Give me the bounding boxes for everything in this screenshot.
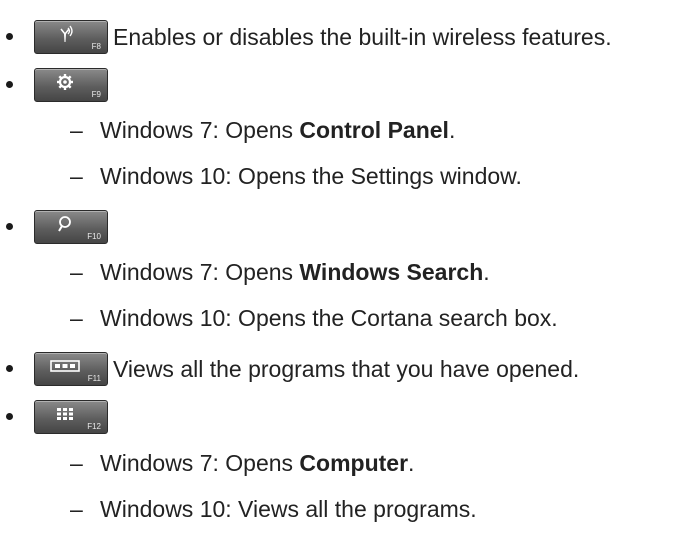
dash: –: [70, 305, 83, 331]
f9-key-image: F9: [34, 68, 108, 102]
dash: –: [70, 117, 83, 143]
bullet: [6, 223, 13, 230]
key-label: F10: [87, 232, 101, 241]
bullet: [6, 81, 13, 88]
sub-item: – Windows 7: Opens Computer.: [70, 449, 414, 477]
dash: –: [70, 259, 83, 285]
dash: –: [70, 163, 83, 189]
sub-item-suffix: .: [408, 450, 415, 476]
sub-item-text: Windows 10: Opens the Cortana search box…: [100, 305, 558, 331]
key-label: F9: [91, 90, 101, 99]
sub-item: – Windows 10: Opens the Settings window.: [70, 162, 522, 190]
f11-key-image: F11: [34, 352, 108, 386]
sub-item-bold: Control Panel: [299, 117, 449, 143]
sub-item-suffix: .: [448, 117, 456, 143]
task-view-icon: [35, 357, 95, 375]
item-description: Views all the programs that you have ope…: [113, 356, 580, 382]
sub-item-text: Windows 7: Opens: [100, 259, 300, 285]
apps-grid-icon: [35, 405, 95, 423]
sub-item: – Windows 7: Opens Control Panel.: [70, 116, 455, 144]
sub-item-text: Windows 7: Opens: [100, 450, 300, 476]
sub-item-bold: Windows Search: [299, 259, 484, 285]
sub-item-text: Windows 10: Views all the programs.: [100, 496, 477, 522]
wireless-icon: [35, 25, 95, 43]
sub-item-text: Windows 10: Opens the Settings window.: [100, 163, 522, 189]
sub-item-bold: Computer: [299, 450, 409, 476]
dash: –: [70, 496, 83, 522]
f12-key-image: F12: [34, 400, 108, 434]
bullet: [6, 33, 13, 40]
bullet: [6, 365, 13, 372]
key-label: F12: [87, 422, 101, 431]
f10-key-image: F10: [34, 210, 108, 244]
gear-icon: [35, 73, 95, 91]
sub-item: – Windows 10: Opens the Cortana search bo…: [70, 304, 558, 332]
sub-item: – Windows 10: Views all the programs.: [70, 495, 477, 523]
sub-item: – Windows 7: Opens Windows Search.: [70, 258, 490, 286]
search-icon: [35, 215, 95, 233]
f8-key-image: F8: [34, 20, 108, 54]
bullet: [6, 413, 13, 420]
dash: –: [70, 450, 83, 476]
key-label: F8: [91, 42, 101, 51]
sub-item-text: Windows 7: Opens: [100, 117, 300, 143]
sub-item-suffix: .: [483, 259, 490, 285]
key-label: F11: [87, 374, 101, 383]
item-description: Enables or disables the built-in wireles…: [113, 24, 612, 50]
